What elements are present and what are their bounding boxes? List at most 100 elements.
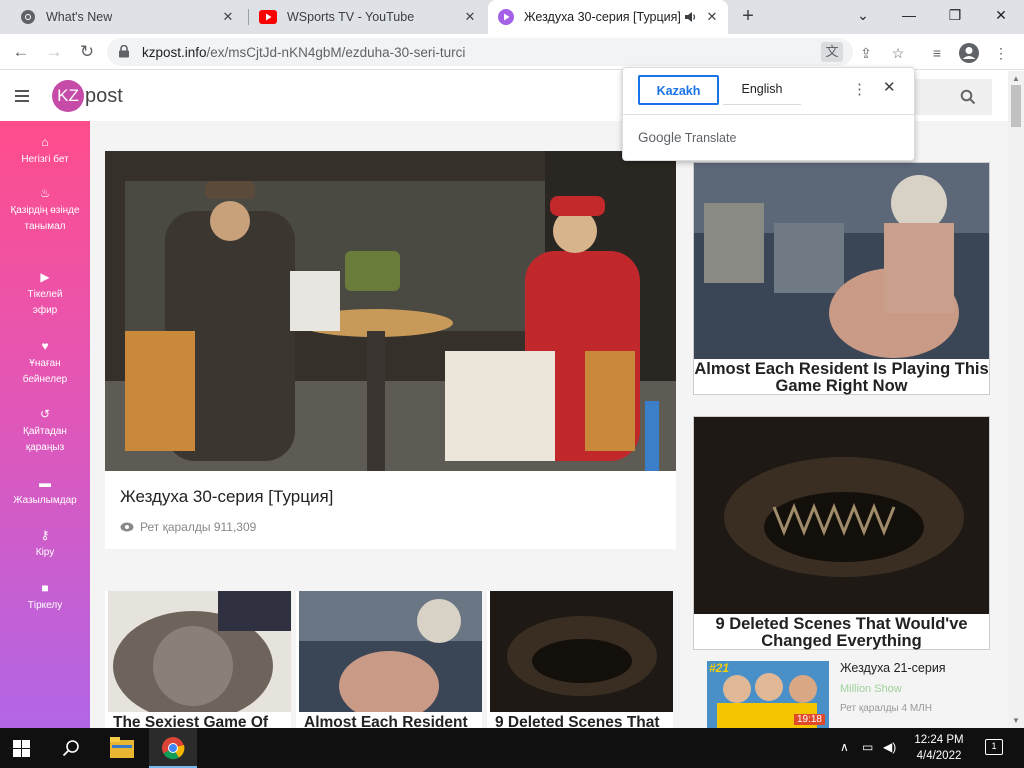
scroll-up-arrow-icon[interactable]: ▲ xyxy=(1012,74,1020,83)
ad-thumb-1[interactable]: The Sexiest Game Of xyxy=(105,591,291,728)
close-icon[interactable]: ✕ xyxy=(883,78,896,96)
rank-badge: #21 xyxy=(709,661,730,675)
scroll-down-arrow-icon[interactable]: ▼ xyxy=(1012,716,1020,725)
tab-separator xyxy=(248,9,249,25)
share-icon[interactable]: ⇪ xyxy=(855,42,877,64)
sidebar-item-home[interactable]: ⌂ Негізгі бет xyxy=(0,135,90,168)
windows-start-icon[interactable] xyxy=(13,740,30,757)
reload-button[interactable]: ↻ xyxy=(75,40,99,64)
flame-icon: ♨ xyxy=(39,186,51,200)
speaker-icon[interactable] xyxy=(685,11,697,23)
ad-image xyxy=(108,591,291,712)
sidebar-item-trending[interactable]: ♨ Қазірдің өзінде танымал xyxy=(0,186,90,235)
translate-icon[interactable]: 文 xyxy=(821,42,843,62)
ad-caption: 9 Deleted Scenes That Would've Changed E… xyxy=(715,615,968,650)
logo-post: post xyxy=(85,84,123,107)
close-window-button[interactable]: ✕ xyxy=(989,4,1013,26)
web-page: KZ post ⌂ Негізгі бет ♨ Қазірдің өзінде … xyxy=(0,71,1008,728)
related-views: Рет қаралды 4 МЛН xyxy=(840,703,932,714)
options-kebab-icon[interactable]: ⋮ xyxy=(852,80,867,98)
sidebar-item-subscriptions[interactable]: ▬ Жазылымдар xyxy=(0,476,90,509)
tab-title: WSports TV - YouTube xyxy=(287,10,415,24)
url-domain: kzpost.info xyxy=(142,45,207,60)
network-icon[interactable]: ▭ xyxy=(862,740,873,754)
video-frame-image xyxy=(105,151,676,471)
duration-badge: 19:18 xyxy=(793,714,825,725)
close-icon[interactable]: ✕ xyxy=(462,9,478,25)
ad-image xyxy=(694,163,989,359)
volume-icon[interactable]: ◀) xyxy=(883,740,896,754)
tab-search-icon[interactable]: ⌄ xyxy=(851,4,875,26)
notification-center-icon[interactable]: 1 xyxy=(985,739,1003,755)
sidebar-item-liked[interactable]: ♥ Ұнаған бейнелер xyxy=(0,339,90,388)
menu-kebab-icon[interactable]: ⋮ xyxy=(990,42,1012,64)
related-title: Жездуха 21-серия xyxy=(840,661,946,675)
video-player[interactable] xyxy=(105,151,676,471)
sidebar-item-login[interactable]: ⚷ Кіру xyxy=(0,528,90,561)
system-clock[interactable]: 12:24 PM 4/4/2022 xyxy=(907,732,971,764)
sidebar-item-label: Қазірдің өзінде танымал xyxy=(10,205,80,232)
ad-thumb-2[interactable]: Almost Each Resident xyxy=(296,591,482,728)
ad-card-resident[interactable]: Almost Each Resident Is Playing This Gam… xyxy=(693,162,990,395)
windows-taskbar: ∧ ▭ ◀) 12:24 PM 4/4/2022 1 xyxy=(0,728,1024,768)
tab-title: Жездуха 30-серия [Турция] xyxy=(524,10,681,24)
address-bar[interactable]: kzpost.info/ex/msCjtJd-nKN4gbM/ezduha-30… xyxy=(107,38,853,66)
lock-icon[interactable] xyxy=(118,45,130,58)
ad-image xyxy=(490,591,673,712)
home-icon: ⌂ xyxy=(41,135,49,149)
page-scrollbar[interactable]: ▲ ▼ xyxy=(1008,71,1024,728)
view-count: Рет қаралды 911,309 xyxy=(120,520,256,534)
ad-caption: Almost Each Resident xyxy=(304,714,468,728)
key-icon: ⚷ xyxy=(40,528,50,542)
related-channel: Million Show xyxy=(840,683,902,695)
sidebar-item-label: Жазылымдар xyxy=(13,495,77,506)
forward-button[interactable]: → xyxy=(42,40,66,64)
brand-google: Google xyxy=(638,130,682,145)
back-button[interactable]: ← xyxy=(9,40,33,64)
video-title: Жездуха 30-серия [Турция] xyxy=(120,487,334,506)
video-play-icon xyxy=(498,9,514,25)
restore-button[interactable]: ❐ xyxy=(943,4,967,26)
file-explorer-icon[interactable] xyxy=(110,737,134,758)
site-logo[interactable]: KZ post xyxy=(52,79,123,113)
hamburger-menu-icon[interactable] xyxy=(15,90,29,102)
ad-caption: The Sexiest Game Of xyxy=(113,714,269,728)
new-tab-button[interactable]: + xyxy=(737,5,759,29)
profile-avatar[interactable] xyxy=(958,42,980,64)
sidebar-item-history[interactable]: ↺ Қайтадан қараңыз xyxy=(0,407,90,456)
search-icon[interactable] xyxy=(62,739,80,757)
ad-image xyxy=(694,417,989,614)
sidebar-item-register[interactable]: ■ Тіркелу xyxy=(0,581,90,614)
minimize-button[interactable]: — xyxy=(897,4,921,26)
site-search-button[interactable] xyxy=(912,79,992,115)
google-translate-brand: Google Translate xyxy=(638,130,736,145)
tab-wsports-youtube[interactable]: WSports TV - YouTube ✕ xyxy=(250,0,486,34)
media-queue-icon[interactable]: ≡ xyxy=(926,42,948,64)
ad-thumb-3[interactable]: 9 Deleted Scenes That xyxy=(487,591,673,728)
close-icon[interactable]: ✕ xyxy=(704,9,720,25)
show-hidden-icons-chevron-icon[interactable]: ∧ xyxy=(840,740,849,754)
site-sidebar: ⌂ Негізгі бет ♨ Қазірдің өзінде танымал … xyxy=(0,121,90,728)
sidebar-item-label: Қайтадан қараңыз xyxy=(23,426,67,453)
scrollbar-thumb[interactable] xyxy=(1011,85,1021,127)
url-path: /ex/msCjtJd-nKN4gbM/ezduha-30-seri-turci xyxy=(206,45,466,60)
tab-zhezdukha-active[interactable]: Жездуха 30-серия [Турция] ✕ xyxy=(488,0,728,34)
sidebar-item-live[interactable]: ▶ Тікелей эфир xyxy=(0,270,90,319)
sidebar-item-label: Кіру xyxy=(35,547,55,558)
language-tab-other[interactable]: English xyxy=(723,75,801,105)
chrome-icon xyxy=(21,10,35,24)
ad-card-deleted-scenes[interactable]: 9 Deleted Scenes That Would've Changed E… xyxy=(693,416,990,650)
tab-whats-new[interactable]: What's New ✕ xyxy=(8,0,244,34)
main-video-card: Жездуха 30-серия [Турция] Рет қаралды 91… xyxy=(105,151,676,549)
ad-caption: Almost Each Resident Is Playing This Gam… xyxy=(694,360,989,395)
view-count-text: Рет қаралды 911,309 xyxy=(140,520,257,534)
youtube-icon xyxy=(259,10,277,24)
close-icon[interactable]: ✕ xyxy=(220,9,236,25)
translate-popup: Kazakh English ⋮ ✕ Google Translate xyxy=(622,67,915,161)
live-icon: ▶ xyxy=(40,270,50,284)
bookmark-star-icon[interactable]: ☆ xyxy=(887,42,909,64)
tab-title: What's New xyxy=(46,10,113,24)
related-video-item[interactable]: #21 19:18 Жездуха 21-серия Million Show … xyxy=(707,661,997,728)
language-tab-selected[interactable]: Kazakh xyxy=(638,75,719,105)
chrome-icon[interactable] xyxy=(161,736,185,760)
